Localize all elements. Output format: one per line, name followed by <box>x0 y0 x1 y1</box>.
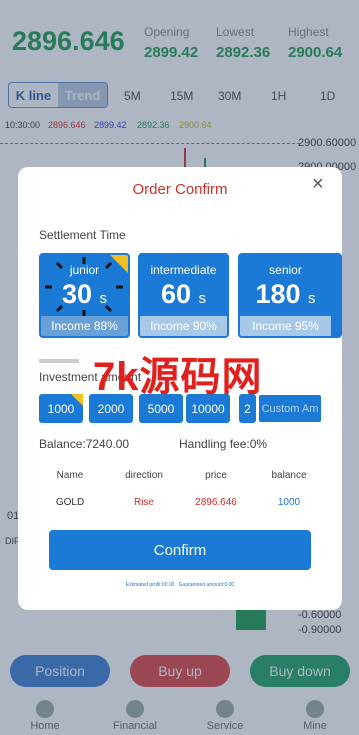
plan-seconds: 180 s <box>255 279 316 309</box>
plan-seconds: 60 s <box>160 279 207 309</box>
amount-1000[interactable]: 1000 <box>39 394 83 423</box>
row-balance: 1000 <box>277 497 301 508</box>
balance-text: Balance:7240.00 <box>39 437 130 451</box>
selected-check-icon <box>71 394 83 406</box>
confirm-button[interactable]: Confirm <box>49 530 311 570</box>
col-name: Name <box>56 470 84 481</box>
handling-fee-text: Handling fee:0% <box>179 437 268 451</box>
plan-income: Income 95% <box>240 316 331 336</box>
plan-income: Income 88% <box>41 316 128 336</box>
plan-intermediate[interactable]: intermediate 60 s Income 90% <box>138 253 229 338</box>
row-direction: Rise <box>133 497 154 508</box>
plan-senior[interactable]: senior 180 s Income 95% <box>238 253 342 338</box>
row-price: 2896.646 <box>195 497 237 508</box>
settlement-label: Settlement Time <box>39 228 126 242</box>
plan-seconds: 30 s <box>61 279 108 309</box>
modal-title: Order Confirm <box>132 181 228 198</box>
profit-summary: Estimated profit:00.00 Guaranteed amount… <box>125 582 235 588</box>
selected-check-icon <box>110 255 128 273</box>
plan-junior[interactable]: junior 30 s Income 88% <box>39 253 130 338</box>
col-price: price <box>205 470 227 481</box>
close-icon[interactable]: × <box>312 173 324 196</box>
scroll-indicator <box>39 359 79 363</box>
watermark: 7k源码网 <box>93 355 263 399</box>
plan-name: senior <box>269 263 302 277</box>
col-direction: direction <box>125 470 163 481</box>
plan-income: Income 90% <box>140 316 227 336</box>
row-name: GOLD <box>55 497 85 508</box>
col-balance: balance <box>271 470 307 481</box>
plan-name: intermediate <box>150 263 217 277</box>
custom-amount-input[interactable]: Custom Am <box>258 394 322 423</box>
